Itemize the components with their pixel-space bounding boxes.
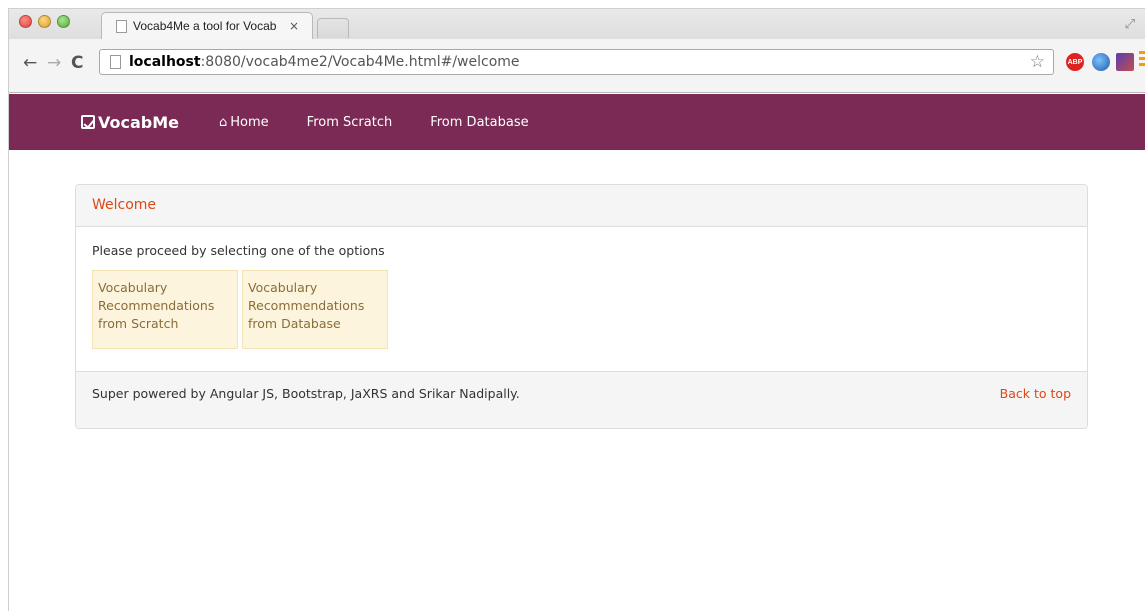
nav-home[interactable]: ⌂ Home — [219, 115, 269, 130]
footer-credits-suffix: . — [515, 386, 520, 401]
welcome-panel: Welcome Please proceed by selecting one … — [75, 184, 1088, 429]
fullscreen-icon[interactable]: ⤢ — [1125, 17, 1135, 32]
adblock-icon[interactable]: ABP — [1066, 53, 1084, 71]
option-from-scratch[interactable]: Vocabulary Recommendations from Scratch — [92, 270, 238, 349]
maximize-window-button[interactable] — [57, 15, 70, 28]
reload-button[interactable]: C — [71, 53, 83, 73]
option-from-database[interactable]: Vocabulary Recommendations from Database — [242, 270, 388, 349]
brand-link[interactable]: VocabMe — [81, 113, 179, 132]
panel-body: Please proceed by selecting one of the o… — [76, 227, 1087, 372]
back-button[interactable]: ← — [23, 53, 37, 73]
browser-toolbar: ← → C localhost :8080/vocab4me2/Vocab4Me… — [9, 39, 1145, 93]
footer-credits-prefix: Super powered by Angular JS, Bootstrap, … — [92, 386, 419, 401]
globe-extension-icon[interactable] — [1092, 53, 1110, 71]
browser-tab[interactable]: Vocab4Me a tool for Vocab × — [101, 12, 313, 39]
tab-close-icon[interactable]: × — [289, 19, 299, 33]
check-square-icon — [81, 115, 95, 129]
tab-title: Vocab4Me a tool for Vocab — [133, 19, 277, 33]
panel-heading: Welcome — [76, 185, 1087, 227]
back-to-top-link[interactable]: Back to top — [1000, 386, 1071, 414]
nav-home-label: Home — [230, 114, 269, 130]
window-controls — [19, 15, 70, 28]
brand-name: VocabMe — [98, 112, 180, 132]
nav-from-database[interactable]: From Database — [430, 115, 528, 130]
nav-from-scratch-label: From Scratch — [306, 114, 393, 130]
panel-intro-text: Please proceed by selecting one of the o… — [92, 243, 385, 258]
site-navbar: VocabMe ⌂ Home From Scratch From Databas… — [9, 94, 1145, 150]
options-list: Vocabulary Recommendations from Scratch … — [92, 270, 1071, 349]
url-host: localhost — [129, 54, 201, 70]
footer-author: Srikar Nadipally — [418, 386, 516, 401]
close-window-button[interactable] — [19, 15, 32, 28]
document-icon — [116, 19, 127, 33]
extension-icon[interactable] — [1116, 53, 1134, 71]
panel-footer: Super powered by Angular JS, Bootstrap, … — [76, 371, 1087, 428]
browser-window: Vocab4Me a tool for Vocab × ⤢ ← → C loca… — [8, 8, 1145, 611]
footer-credits: Super powered by Angular JS, Bootstrap, … — [92, 386, 520, 414]
new-tab-button[interactable] — [317, 18, 349, 38]
url-path: :8080/vocab4me2/Vocab4Me.html#/welcome — [200, 54, 520, 70]
home-icon: ⌂ — [219, 114, 228, 130]
page-icon — [110, 55, 121, 69]
nav-from-scratch[interactable]: From Scratch — [307, 115, 393, 130]
address-bar[interactable]: localhost :8080/vocab4me2/Vocab4Me.html#… — [99, 49, 1054, 75]
menu-icon[interactable] — [1139, 51, 1145, 69]
forward-button[interactable]: → — [47, 53, 61, 73]
web-page: VocabMe ⌂ Home From Scratch From Databas… — [9, 94, 1145, 611]
minimize-window-button[interactable] — [38, 15, 51, 28]
nav-from-database-label: From Database — [430, 114, 529, 130]
bookmark-star-icon[interactable]: ☆ — [1030, 52, 1045, 72]
